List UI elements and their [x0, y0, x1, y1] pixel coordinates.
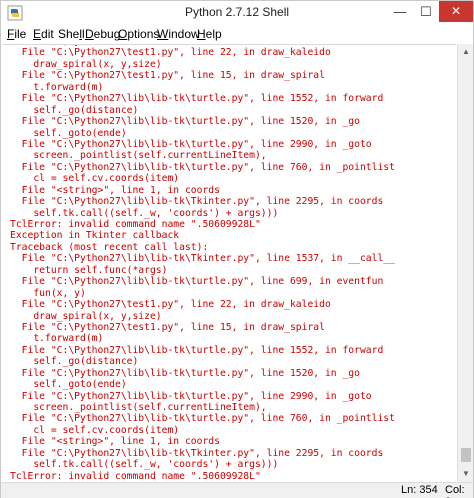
scrollbar-thumb[interactable]	[461, 448, 471, 462]
traceback-line: cl = self.cv.coords(item)	[10, 173, 180, 185]
menu-label: ptions	[127, 27, 160, 41]
menu-label: ebug	[93, 27, 121, 41]
menu-help[interactable]: Help	[197, 27, 222, 41]
traceback-line: File "C:\Python27\lib\lib-tk\turtle.py",…	[10, 390, 372, 402]
menu-mnemonic: D	[85, 27, 94, 41]
traceback-line: self._go(distance)	[10, 356, 139, 368]
menu-mnemonic: O	[118, 27, 128, 41]
menu-mnemonic: H	[197, 27, 206, 41]
title-bar[interactable]: Python 2.7.12 Shell — ☐ ✕	[1, 1, 473, 25]
traceback-line: Traceback (most recent call last):	[10, 241, 209, 253]
traceback-line: File "C:\Python27\lib\lib-tk\turtle.py",…	[10, 138, 372, 150]
arrow-up-icon[interactable]: ▲	[458, 44, 474, 60]
traceback-line: File "C:\Python27\lib\lib-tk\turtle.py",…	[10, 116, 360, 128]
traceback-line: File "C:\Python27\lib\lib-tk\Tkinter.py"…	[10, 196, 384, 208]
menu-label: indow	[168, 27, 200, 41]
minimize-button[interactable]: —	[387, 1, 413, 22]
vertical-scrollbar[interactable]: ▲ ▼	[457, 44, 473, 482]
traceback-line: TclError: invalid command name ".5060992…	[10, 470, 261, 482]
traceback-line: self._goto(ende)	[10, 127, 127, 139]
traceback-line: screen._pointlist(self.currentLineItem),	[10, 150, 267, 162]
traceback-line: File "<string>", line 1, in coords	[10, 184, 220, 196]
traceback-line: self._go(distance)	[10, 104, 139, 116]
status-column: Col: 0	[445, 484, 465, 498]
arrow-down-icon[interactable]: ▼	[458, 466, 474, 482]
traceback-line: File "C:\Python27\lib\lib-tk\turtle.py",…	[10, 413, 395, 425]
menu-debug[interactable]: Debug	[85, 27, 120, 41]
menu-mnemonic: W	[157, 27, 169, 41]
close-button[interactable]: ✕	[439, 1, 473, 22]
menu-label: elp	[205, 27, 222, 41]
traceback-line: File "C:\Python27\test1.py", line 22, in…	[10, 47, 331, 59]
menu-mnemonic: E	[33, 27, 42, 41]
traceback-line: draw_spiral(x, y,size)	[10, 58, 162, 70]
traceback-line: File "C:\Python27\lib\lib-tk\turtle.py",…	[10, 93, 384, 105]
traceback-line: File "C:\Python27\test1.py", line 15, in…	[10, 70, 325, 82]
traceback-line: File "C:\Python27\lib\lib-tk\Tkinter.py"…	[10, 253, 395, 265]
menu-label: She	[58, 27, 80, 41]
menu-file[interactable]: File	[7, 27, 26, 41]
traceback-line: draw_spiral(x, y,size)	[10, 310, 162, 322]
traceback-line: File "C:\Python27\lib\lib-tk\turtle.py",…	[10, 276, 384, 288]
traceback-line: File "C:\Python27\lib\lib-tk\turtle.py",…	[10, 344, 384, 356]
menu-edit[interactable]: Edit	[33, 27, 54, 41]
traceback-line: Exception in Tkinter callback	[10, 230, 180, 242]
traceback-line: self._goto(ende)	[10, 379, 127, 391]
menu-options[interactable]: Options	[118, 27, 159, 41]
status-line: Ln: 354	[401, 484, 438, 496]
shell-output: fun(x, y) File "C:\Python27\test1.py", l…	[10, 45, 395, 482]
traceback-line: File "C:\Python27\test1.py", line 22, in…	[10, 299, 331, 311]
shell-text-area[interactable]: fun(x, y) File "C:\Python27\test1.py", l…	[3, 44, 456, 482]
traceback-line: TclError: invalid command name ".5060992…	[10, 219, 261, 230]
traceback-line: File "C:\Python27\lib\lib-tk\turtle.py",…	[10, 367, 360, 379]
menu-label: ile	[14, 27, 27, 41]
traceback-line: self.tk.call((self._w, 'coords') + args)…	[10, 459, 279, 471]
traceback-line: screen._pointlist(self.currentLineItem),	[10, 402, 267, 413]
idle-shell-window: Python 2.7.12 Shell — ☐ ✕ File Edit Shel…	[0, 0, 474, 498]
traceback-line: fun(x, y)	[10, 287, 86, 299]
traceback-line: File "C:\Python27\lib\lib-tk\turtle.py",…	[10, 161, 395, 173]
traceback-line: File "C:\Python27\lib\lib-tk\Tkinter.py"…	[10, 447, 384, 459]
status-bar: Ln: 354 Col: 0	[1, 482, 473, 498]
maximize-button[interactable]: ☐	[413, 1, 439, 22]
traceback-line: File "C:\Python27\test1.py", line 15, in…	[10, 321, 325, 333]
traceback-line: cl = self.cv.coords(item)	[10, 424, 180, 436]
menu-bar: File Edit Shell Debug Options Window Hel…	[1, 25, 473, 43]
traceback-line: t.forward(m)	[10, 81, 104, 93]
traceback-line: return self.func(*args)	[10, 264, 168, 276]
traceback-line: self.tk.call((self._w, 'coords') + args)…	[10, 207, 279, 219]
menu-shell[interactable]: Shell	[58, 27, 85, 41]
menu-label: dit	[41, 27, 54, 41]
traceback-line: t.forward(m)	[10, 333, 104, 345]
traceback-line: File "<string>", line 1, in coords	[10, 436, 220, 448]
menu-window[interactable]: Window	[157, 27, 200, 41]
